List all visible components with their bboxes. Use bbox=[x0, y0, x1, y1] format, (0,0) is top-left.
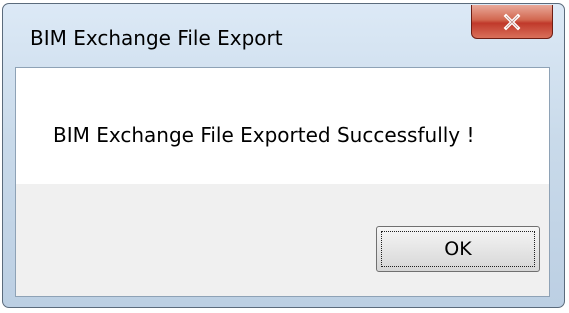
close-button[interactable] bbox=[471, 5, 553, 39]
title-bar[interactable]: BIM Exchange File Export bbox=[3, 4, 564, 70]
ok-button-label: OK bbox=[444, 238, 472, 260]
window-title: BIM Exchange File Export bbox=[30, 26, 283, 50]
focus-rectangle: OK bbox=[381, 231, 535, 267]
ok-button[interactable]: OK bbox=[376, 226, 540, 272]
message-text: BIM Exchange File Exported Successfully … bbox=[53, 123, 475, 147]
dialog-window: BIM Exchange File Export BIM Exchange Fi… bbox=[2, 3, 565, 308]
close-icon bbox=[502, 13, 522, 31]
message-panel: BIM Exchange File Exported Successfully … bbox=[16, 68, 549, 184]
dialog-client-area: BIM Exchange File Exported Successfully … bbox=[15, 67, 550, 297]
